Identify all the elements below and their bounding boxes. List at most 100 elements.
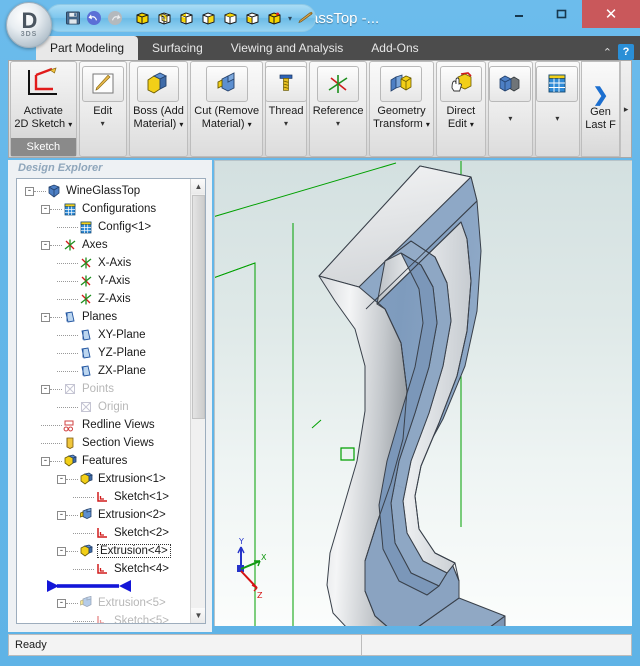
chevron-down-icon[interactable]: ▾ — [284, 119, 288, 128]
tree-node-configurations[interactable]: - Configurations — [17, 200, 190, 218]
tree-node-sketch5[interactable]: Sketch<5> — [17, 612, 190, 623]
design-explorer-panel: Design Explorer - WineGlassTop - Configurat… — [8, 160, 212, 632]
scroll-down-icon[interactable]: ▼ — [191, 608, 205, 623]
save-icon[interactable] — [65, 7, 81, 29]
customize-pencil-icon[interactable] — [297, 7, 315, 29]
tree-node-config1[interactable]: Config<1> — [17, 218, 190, 236]
point-icon — [62, 381, 78, 397]
cut-remove-material-icon — [205, 66, 248, 102]
tree-node-label: Section Views — [82, 437, 155, 449]
ribbon-group-thread[interactable]: Thread ▾ — [265, 61, 308, 157]
tree-expander-icon[interactable]: - — [41, 204, 50, 214]
geometry-transform-icon — [380, 66, 423, 102]
tree-node-sketch4[interactable]: Sketch<4> — [17, 560, 190, 578]
tree-node-origin[interactable]: Origin — [17, 398, 190, 416]
tab-viewing-and-analysis[interactable]: Viewing and Analysis — [217, 36, 358, 60]
tree-expander-icon[interactable]: - — [41, 384, 50, 394]
tree-node-planes[interactable]: - Planes — [17, 308, 190, 326]
tree-node-points[interactable]: - Points — [17, 380, 190, 398]
view-render-icon[interactable] — [266, 7, 283, 29]
ribbon-group-geometry-transform[interactable]: Geometry Transform ▾ — [369, 61, 434, 157]
view-shaded-icon[interactable] — [244, 7, 261, 29]
ribbon-group-reference[interactable]: Reference ▾ — [309, 61, 368, 157]
rollback-bar[interactable] — [17, 578, 190, 594]
view-shaded-edges-icon[interactable] — [222, 7, 239, 29]
chevron-down-icon[interactable]: ▾ — [336, 119, 340, 128]
extrusion-icon — [78, 471, 94, 487]
config-table-icon — [78, 219, 94, 235]
chevron-down-icon[interactable]: ▾ — [508, 114, 512, 123]
minimize-button[interactable] — [498, 0, 540, 28]
view-iso-icon[interactable] — [134, 7, 151, 29]
view-hidden-line-removed-icon[interactable] — [200, 7, 217, 29]
ribbon-group-configurations[interactable]: ▾ — [534, 61, 580, 157]
collapse-ribbon-button[interactable]: ⌃ — [603, 46, 612, 59]
ribbon-group-pattern[interactable]: ▾ — [487, 61, 533, 157]
ribbon-group-sketch[interactable]: Activate 2D Sketch ▾ Sketch — [10, 61, 77, 157]
3d-viewport[interactable]: Y X Z — [214, 160, 632, 626]
tree-connector — [57, 334, 78, 336]
scrollbar-thumb[interactable] — [192, 195, 205, 419]
generate-arrow-icon: ❯ — [592, 85, 609, 106]
tree-node-redline-views[interactable]: Redline Views — [17, 416, 190, 434]
ribbon-group-cut[interactable]: Cut (Remove Material) ▾ — [190, 61, 264, 157]
maximize-button[interactable] — [540, 0, 582, 28]
ribbon-group-direct-edit[interactable]: Direct Edit ▾ — [435, 61, 486, 157]
plane-icon — [78, 345, 94, 361]
tree-node-yz-plane[interactable]: YZ-Plane — [17, 344, 190, 362]
undo-icon[interactable] — [86, 7, 102, 29]
tab-add-ons[interactable]: Add-Ons — [357, 36, 432, 60]
tree-expander-icon[interactable]: - — [57, 546, 66, 556]
tree-node-z-axis[interactable]: Z-Axis — [17, 290, 190, 308]
design-explorer-title: Design Explorer — [8, 160, 212, 176]
tree-expander-icon[interactable]: - — [41, 312, 50, 322]
tree-node-zx-plane[interactable]: ZX-Plane — [17, 362, 190, 380]
tree-expander-icon[interactable]: - — [57, 474, 66, 484]
tree-node-section-views[interactable]: Section Views — [17, 434, 190, 452]
tree-node-extrusion1[interactable]: - Extrusion<1> — [17, 470, 190, 488]
app-logo-orb[interactable]: D 3DS — [6, 2, 52, 48]
help-button[interactable]: ? — [618, 44, 634, 60]
tab-part-modeling[interactable]: Part Modeling — [36, 36, 139, 60]
rollback-handle-icon[interactable] — [45, 578, 133, 594]
tree-scrollbar[interactable]: ▲ ▼ — [190, 179, 205, 623]
tree-node-extrusion4[interactable]: - Extrusion<4> — [17, 542, 190, 560]
tree-connector — [73, 532, 94, 534]
tree-connector — [57, 226, 78, 228]
ribbon-group-generate-last-feature[interactable]: ❯ Gen Last F — [580, 61, 621, 157]
tree-node-xy-plane[interactable]: XY-Plane — [17, 326, 190, 344]
chevron-down-icon[interactable]: ▾ — [101, 119, 105, 128]
tree-node-features[interactable]: - Features — [17, 452, 190, 470]
close-button[interactable]: ✕ — [582, 0, 640, 28]
tree-connector — [41, 442, 62, 444]
ribbon-label-direct: Direct — [446, 105, 476, 117]
tree-expander-icon[interactable]: - — [57, 510, 66, 520]
scroll-up-icon[interactable]: ▲ — [191, 179, 205, 194]
ribbon-group-edit[interactable]: Edit ▾ — [78, 61, 127, 157]
ribbon-overflow-scroll[interactable]: ▸ — [620, 61, 631, 157]
chevron-down-icon[interactable]: ▾ — [555, 114, 559, 123]
tree-node-sketch1[interactable]: Sketch<1> — [17, 488, 190, 506]
tree-expander-icon[interactable]: - — [25, 186, 34, 196]
tree-node-wineglasstop[interactable]: - WineGlassTop — [17, 182, 190, 200]
tree-node-extrusion5[interactable]: - Extrusion<5> — [17, 594, 190, 612]
design-explorer-tree[interactable]: - WineGlassTop - Configurations Config<1> - Ax… — [16, 178, 206, 624]
title-bar: WineGlassTop -... ▾ D 3DS ✕ — [0, 0, 640, 48]
tree-node-extrusion2[interactable]: - Extrusion<2> — [17, 506, 190, 524]
tree-expander-icon[interactable]: - — [57, 598, 66, 608]
tree-expander-icon[interactable]: - — [41, 240, 50, 250]
chevron-down-icon[interactable]: ▾ — [288, 7, 292, 29]
tree-expander-icon[interactable]: - — [41, 456, 50, 466]
tree-node-sketch2[interactable]: Sketch<2> — [17, 524, 190, 542]
tree-node-axes[interactable]: - Axes — [17, 236, 190, 254]
redo-icon[interactable] — [107, 7, 123, 29]
tab-surfacing[interactable]: Surfacing — [138, 36, 217, 60]
tree-node-y-axis[interactable]: Y-Axis — [17, 272, 190, 290]
axis-icon — [78, 255, 94, 271]
view-wireframe-icon[interactable] — [156, 7, 173, 29]
tree-node-x-axis[interactable]: X-Axis — [17, 254, 190, 272]
wine-glass-solid — [318, 165, 506, 626]
ribbon-group-boss[interactable]: Boss (Add Material) ▾ — [128, 61, 189, 157]
view-hidden-line-icon[interactable] — [178, 7, 195, 29]
axis-icon — [78, 273, 94, 289]
